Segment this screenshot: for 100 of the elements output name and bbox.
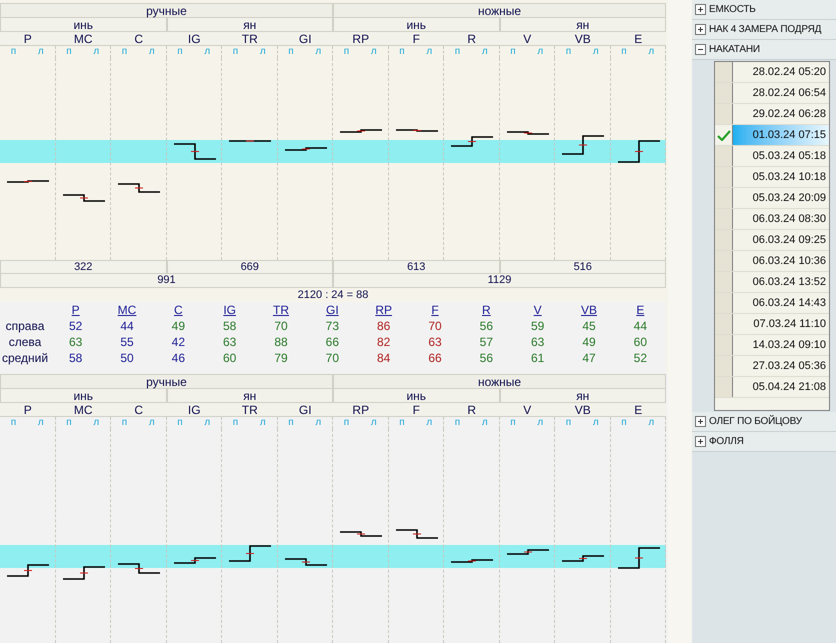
section-header[interactable]: ФОЛЛЯ bbox=[692, 432, 836, 452]
row-selector[interactable] bbox=[715, 251, 733, 271]
column-link[interactable]: VB bbox=[580, 303, 597, 317]
table-value: 44 bbox=[632, 318, 648, 334]
row-selector[interactable] bbox=[715, 356, 733, 376]
row-selector[interactable] bbox=[715, 377, 733, 397]
side-label: л bbox=[537, 47, 544, 57]
subgroup-header: ян bbox=[166, 389, 333, 403]
section-header[interactable]: ЕМКОСТЬ bbox=[692, 0, 836, 20]
date-cell[interactable]: 07.03.24 11:10 bbox=[733, 314, 829, 334]
side-label: л bbox=[38, 418, 44, 428]
side-label: п bbox=[288, 418, 294, 428]
table-value: 70 bbox=[273, 318, 289, 334]
side-label: л bbox=[148, 418, 155, 428]
column-link[interactable]: E bbox=[636, 303, 644, 317]
section-header[interactable]: НАКАТАНИ bbox=[692, 40, 836, 60]
subgroup-header: ян bbox=[166, 18, 333, 32]
row-selector[interactable] bbox=[715, 293, 733, 313]
channel-header: V bbox=[500, 32, 555, 46]
row-selector[interactable] bbox=[715, 125, 733, 145]
step-marker-drawing bbox=[118, 562, 160, 575]
side-label: п bbox=[288, 47, 294, 57]
column-link[interactable]: IG bbox=[223, 303, 236, 317]
table-value: 61 bbox=[530, 350, 546, 366]
subgroup-sum: 613 bbox=[333, 260, 500, 274]
column-link[interactable]: MC bbox=[118, 303, 136, 317]
row-selector[interactable] bbox=[715, 146, 733, 166]
plus-box-icon[interactable] bbox=[695, 4, 706, 15]
row-selector[interactable] bbox=[715, 314, 733, 334]
channel-header: R bbox=[444, 403, 500, 417]
channel-header: GI bbox=[278, 403, 333, 417]
row-selector[interactable] bbox=[715, 230, 733, 250]
table-value: 63 bbox=[68, 334, 84, 350]
date-cell[interactable]: 06.03.24 10:36 bbox=[733, 251, 829, 271]
channel-header: C bbox=[111, 403, 166, 417]
step-marker-drawing bbox=[284, 557, 326, 567]
date-cell[interactable]: 06.03.24 08:30 bbox=[733, 209, 829, 229]
column-link[interactable]: F bbox=[431, 303, 439, 317]
date-cell[interactable]: 29.02.24 06:28 bbox=[733, 104, 829, 124]
table-value: 82 bbox=[376, 334, 392, 350]
column-link[interactable]: TR bbox=[272, 303, 289, 317]
date-cell[interactable]: 05.04.24 21:08 bbox=[733, 377, 829, 397]
date-cell[interactable]: 27.03.24 05:36 bbox=[733, 356, 829, 376]
row-selector[interactable] bbox=[715, 83, 733, 103]
group-sum: 991 bbox=[0, 274, 333, 288]
channel-header: IG bbox=[166, 403, 222, 417]
column-link[interactable]: RP bbox=[375, 303, 392, 317]
side-label: п bbox=[621, 418, 627, 428]
side-label: п bbox=[621, 47, 627, 57]
row-selector[interactable] bbox=[715, 104, 733, 124]
row-selector[interactable] bbox=[715, 167, 733, 187]
table-value: 56 bbox=[478, 350, 494, 366]
date-cell[interactable]: 28.02.24 05:20 bbox=[733, 62, 829, 82]
minus-box-icon[interactable] bbox=[695, 44, 706, 55]
section-title: НАК 4 ЗАМЕРА ПОДРЯД bbox=[709, 24, 822, 34]
date-cell[interactable]: 06.03.24 09:25 bbox=[733, 230, 829, 250]
subgroup-header: инь bbox=[333, 389, 500, 403]
date-cell[interactable]: 14.03.24 09:10 bbox=[733, 335, 829, 355]
section-header[interactable]: ОЛЕГ ПО БОЙЦОВУ bbox=[692, 412, 836, 432]
plus-box-icon[interactable] bbox=[695, 24, 706, 35]
column-link[interactable]: GI bbox=[326, 303, 339, 317]
side-label: п bbox=[122, 47, 128, 57]
plus-box-icon[interactable] bbox=[695, 436, 706, 447]
date-cell[interactable]: 05.03.24 10:18 bbox=[733, 167, 829, 187]
date-cell[interactable]: 05.03.24 05:18 bbox=[733, 146, 829, 166]
date-cell[interactable]: 28.02.24 06:54 bbox=[733, 83, 829, 103]
table-value: 52 bbox=[68, 318, 84, 334]
channel-header: P bbox=[0, 403, 56, 417]
side-label: л bbox=[315, 47, 322, 57]
plus-box-icon[interactable] bbox=[695, 416, 706, 427]
row-selector[interactable] bbox=[715, 335, 733, 355]
side-label: л bbox=[93, 418, 100, 428]
row-selector[interactable] bbox=[715, 62, 733, 82]
date-cell[interactable]: 05.03.24 20:09 bbox=[733, 188, 829, 208]
column-link[interactable]: V bbox=[534, 303, 542, 317]
table-value: 49 bbox=[581, 334, 597, 350]
side-label: п bbox=[510, 418, 516, 428]
side-label: л bbox=[648, 418, 654, 428]
side-label: п bbox=[232, 418, 238, 428]
date-cell[interactable]: 01.03.24 07:15 bbox=[733, 125, 829, 145]
column-link[interactable]: C bbox=[174, 303, 183, 317]
row-selector[interactable] bbox=[715, 272, 733, 292]
step-marker-drawing bbox=[618, 139, 660, 164]
check-icon bbox=[716, 130, 730, 140]
channel-header: RP bbox=[333, 403, 388, 417]
date-cell[interactable]: 06.03.24 13:52 bbox=[733, 272, 829, 292]
channel-header: TR bbox=[222, 403, 278, 417]
table-value: 60 bbox=[632, 334, 648, 350]
channel-header: MC bbox=[56, 32, 111, 46]
row-selector[interactable] bbox=[715, 209, 733, 229]
side-label: п bbox=[66, 418, 72, 428]
side-label: л bbox=[426, 47, 432, 57]
date-cell[interactable]: 06.03.24 14:43 bbox=[733, 293, 829, 313]
step-marker-drawing bbox=[562, 554, 604, 563]
subgroup-sum: 516 bbox=[500, 260, 666, 274]
side-label: п bbox=[399, 47, 405, 57]
column-link[interactable]: P bbox=[72, 303, 80, 317]
column-link[interactable]: R bbox=[482, 303, 491, 317]
section-header[interactable]: НАК 4 ЗАМЕРА ПОДРЯД bbox=[692, 20, 836, 40]
row-selector[interactable] bbox=[715, 188, 733, 208]
